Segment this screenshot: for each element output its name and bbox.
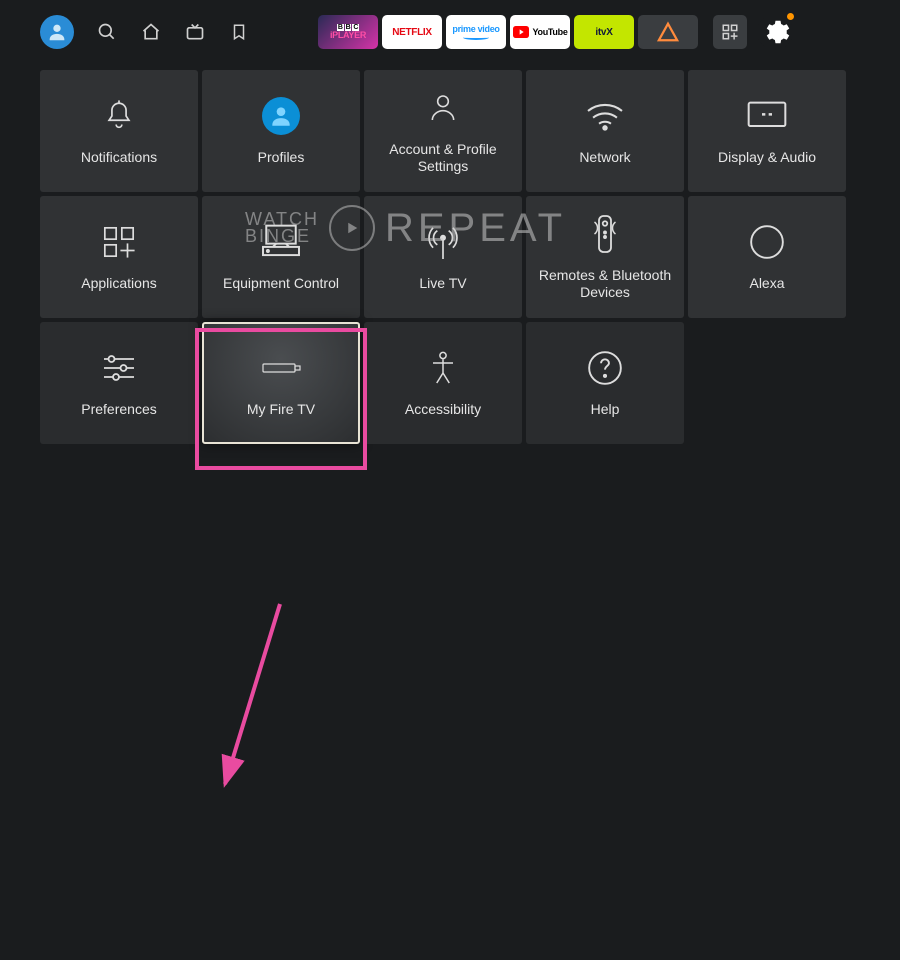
- monitor-icon: [746, 95, 788, 137]
- tile-label: My Fire TV: [247, 401, 315, 419]
- grid-plus-icon: [102, 221, 136, 263]
- app-shortcuts: BBCiPLAYERNETFLIXprime videoYouTubeitvX: [318, 15, 698, 49]
- body-icon: [428, 347, 458, 389]
- tile-display[interactable]: Display & Audio: [688, 70, 846, 192]
- app-bbc-iplayer[interactable]: BBCiPLAYER: [318, 15, 378, 49]
- tile-label: Profiles: [258, 149, 305, 167]
- tile-label: Equipment Control: [223, 275, 339, 293]
- tile-applications[interactable]: Applications: [40, 196, 198, 318]
- app-itvx[interactable]: itvX: [574, 15, 634, 49]
- annotation-arrow: [0, 454, 900, 960]
- nav-right: [713, 14, 793, 50]
- avatar-icon: [262, 95, 300, 137]
- tile-help[interactable]: Help: [526, 322, 684, 444]
- tile-label: Display & Audio: [718, 149, 816, 167]
- search-icon[interactable]: [96, 21, 118, 43]
- tile-network[interactable]: Network: [526, 70, 684, 192]
- tile-label: Notifications: [81, 149, 157, 167]
- wifi-icon: [584, 95, 626, 137]
- tile-equipment[interactable]: Equipment Control: [202, 196, 360, 318]
- top-navigation: BBCiPLAYERNETFLIXprime videoYouTubeitvX: [0, 0, 900, 60]
- tile-remotes[interactable]: Remotes & Bluetooth Devices: [526, 196, 684, 318]
- tile-label: Help: [591, 401, 620, 419]
- settings-grid: Notifications Profiles Account & Profile S…: [0, 60, 900, 454]
- circle-icon: [748, 221, 786, 263]
- bell-icon: [102, 95, 136, 137]
- app-prime-video[interactable]: prime video: [446, 15, 506, 49]
- nav-left: [40, 15, 250, 49]
- settings-button[interactable]: [757, 14, 793, 50]
- app-triangle[interactable]: [638, 15, 698, 49]
- app-youtube[interactable]: YouTube: [510, 15, 570, 49]
- apps-grid-button[interactable]: [713, 15, 747, 49]
- remote-icon: [590, 213, 620, 255]
- tile-label: Network: [579, 149, 630, 167]
- tile-label: Applications: [81, 275, 157, 293]
- tile-notifications[interactable]: Notifications: [40, 70, 198, 192]
- tile-myfiretv[interactable]: My Fire TV: [202, 322, 360, 444]
- bookmark-icon[interactable]: [228, 21, 250, 43]
- tile-label: Alexa: [749, 275, 784, 293]
- app-netflix[interactable]: NETFLIX: [382, 15, 442, 49]
- question-icon: [586, 347, 624, 389]
- tile-account[interactable]: Account & Profile Settings: [364, 70, 522, 192]
- person-icon: [427, 87, 459, 129]
- tile-label: Account & Profile Settings: [370, 141, 516, 176]
- sliders-icon: [100, 347, 138, 389]
- antenna-icon: [426, 221, 460, 263]
- tv-icon[interactable]: [184, 21, 206, 43]
- tile-livetv[interactable]: Live TV: [364, 196, 522, 318]
- tile-label: Accessibility: [405, 401, 481, 419]
- profile-avatar[interactable]: [40, 15, 74, 49]
- tile-label: Live TV: [419, 275, 466, 293]
- equipment-icon: [261, 221, 301, 263]
- home-icon[interactable]: [140, 21, 162, 43]
- tile-preferences[interactable]: Preferences: [40, 322, 198, 444]
- tile-label: Remotes & Bluetooth Devices: [532, 267, 678, 302]
- tile-profiles[interactable]: Profiles: [202, 70, 360, 192]
- notification-dot-icon: [787, 13, 794, 20]
- stick-icon: [259, 347, 303, 389]
- tile-label: Preferences: [81, 401, 156, 419]
- tile-accessibility[interactable]: Accessibility: [364, 322, 522, 444]
- tile-alexa[interactable]: Alexa: [688, 196, 846, 318]
